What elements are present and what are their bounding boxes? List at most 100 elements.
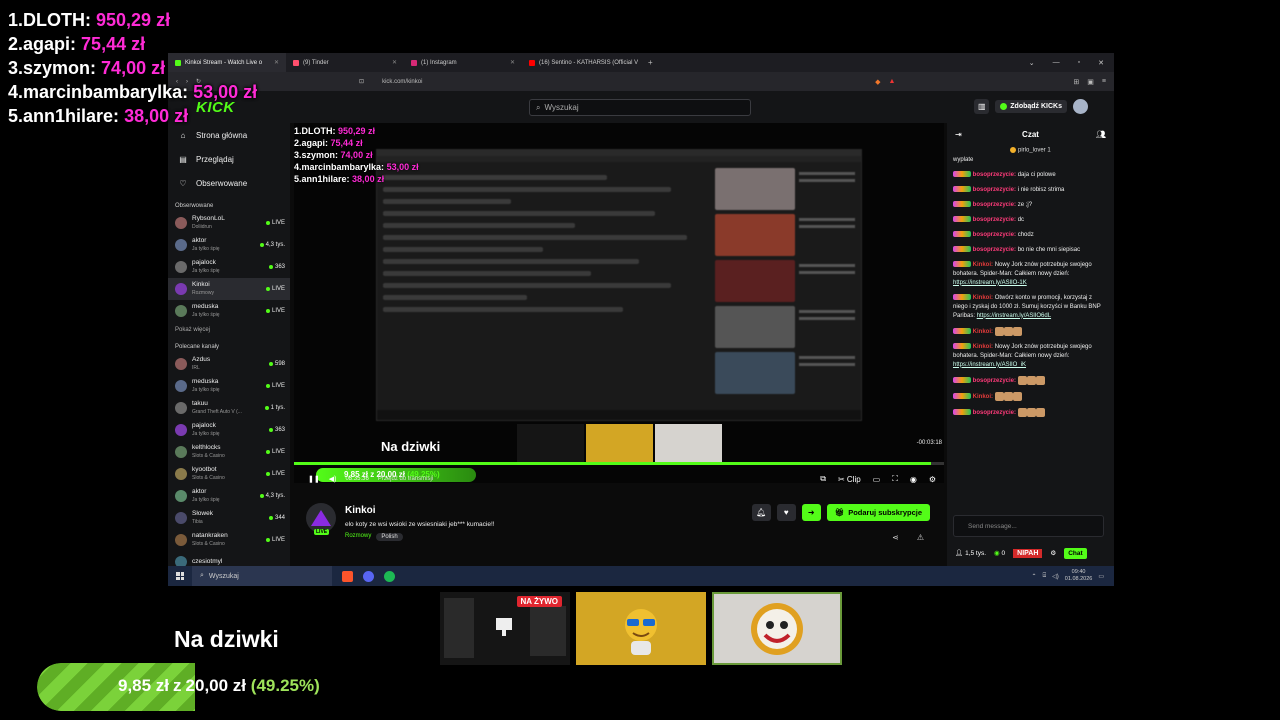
tab-list-icon[interactable]: ⌄ bbox=[1029, 59, 1035, 67]
taskbar-clock[interactable]: 09:40 01.08.2026 bbox=[1065, 569, 1093, 583]
donor-name: ann1hilare: bbox=[23, 106, 120, 126]
stream-video[interactable]: 1.DLOTH: 950,29 zł 2.agapi: 75,44 zł 3.szy… bbox=[294, 123, 944, 483]
user-avatar[interactable] bbox=[1073, 99, 1088, 114]
send-chat-button[interactable]: Chat bbox=[1064, 547, 1087, 559]
gift-subscription-label: Podaruj subskrypcje bbox=[848, 508, 922, 517]
chat-username[interactable]: bosoprzezycie: bbox=[973, 172, 1016, 178]
sidebar-channel[interactable]: pajalock Ja tylko śpię 363 bbox=[168, 419, 290, 441]
maximize-icon[interactable]: ▫ bbox=[1078, 59, 1080, 67]
sidebar-nav-item[interactable]: ♡ Obserwowane bbox=[168, 171, 290, 195]
sidebar-channel[interactable]: kyootbot Slots & Casino LIVE bbox=[168, 463, 290, 485]
search-input[interactable]: ⌕ Wyszukaj bbox=[529, 99, 751, 116]
windows-start-icon[interactable] bbox=[176, 572, 184, 580]
sidebar-channel[interactable]: czesiotmyl bbox=[168, 551, 290, 566]
sidebar-channel[interactable]: kelthlocks Slots & Casino LIVE bbox=[168, 441, 290, 463]
donor-row: 1.DLOTH: 950,29 zł bbox=[294, 125, 419, 137]
chat-users-icon[interactable]: 👥︎ bbox=[1096, 130, 1106, 139]
show-more-link[interactable]: Pokaż więcej bbox=[168, 322, 290, 336]
report-icon[interactable]: ⚠ bbox=[917, 533, 924, 542]
spotify-app-icon[interactable] bbox=[384, 570, 395, 582]
sidebar-channel[interactable]: RybsonLoL Doliidrun LIVE bbox=[168, 212, 290, 234]
discord-app-icon[interactable] bbox=[363, 570, 374, 582]
library-icon[interactable]: ▥ bbox=[974, 99, 990, 114]
chat-message-input[interactable]: Send message... bbox=[953, 515, 1104, 537]
browser-tab[interactable]: (9) Tinder ✕ bbox=[286, 53, 404, 72]
nipah-emote-button[interactable]: NIPAH bbox=[1013, 548, 1043, 558]
chat-settings-icon[interactable]: ⚙ bbox=[1050, 549, 1056, 557]
sidebar-channel[interactable]: meduska Ja tylko śpię LIVE bbox=[168, 375, 290, 397]
sidebar-nav-item[interactable]: ▤ Przeglądaj bbox=[168, 147, 290, 171]
minimize-icon[interactable]: — bbox=[1053, 59, 1060, 67]
browser-tab[interactable]: (16) Sentino - KATHARSIS (Official V✕ bbox=[522, 53, 640, 72]
volume-tray-icon[interactable]: ◁) bbox=[1052, 573, 1059, 580]
language-tag[interactable]: Polish bbox=[376, 533, 403, 541]
sidebar-channel[interactable]: meduska Ja tylko śpię LIVE bbox=[168, 300, 290, 322]
sidebar-channel[interactable]: pajalock Ja tylko śpię 363 bbox=[168, 256, 290, 278]
tab-close-icon[interactable]: ✕ bbox=[274, 59, 279, 66]
menu-icon[interactable]: ≡ bbox=[1102, 78, 1106, 86]
get-kicks-button[interactable]: Zdobądź KICKs bbox=[995, 100, 1067, 113]
fullscreen-icon[interactable]: ⛶ bbox=[892, 474, 898, 484]
brave-app-icon[interactable] bbox=[342, 570, 353, 582]
follow-heart-icon[interactable]: ♥ bbox=[776, 504, 796, 521]
url-text[interactable]: kick.com/kinkoi bbox=[382, 79, 422, 85]
share-icon[interactable]: ⋖ bbox=[892, 533, 899, 542]
quality-icon[interactable]: ◉ bbox=[910, 475, 917, 484]
chat-username[interactable]: bosoprzezycie: bbox=[973, 232, 1016, 238]
chat-username[interactable]: Kinkoi: bbox=[973, 329, 993, 335]
chat-username[interactable]: bosoprzezycie: bbox=[973, 187, 1016, 193]
chat-username[interactable]: bosoprzezycie: bbox=[973, 410, 1016, 416]
new-tab-button[interactable]: + bbox=[640, 58, 661, 67]
sidebar-toggle-icon[interactable]: ▣ bbox=[1087, 78, 1094, 86]
taskbar-search[interactable]: ⌕ Wyszukaj bbox=[192, 566, 332, 586]
chat-username[interactable]: Kinkoi: bbox=[973, 262, 993, 268]
tab-close-icon[interactable]: ✕ bbox=[510, 59, 515, 66]
chat-username[interactable]: bosoprzezycie: bbox=[973, 217, 1016, 223]
channel-status-text: 363 bbox=[274, 264, 285, 270]
bookmark-icon[interactable]: ⊡ bbox=[359, 78, 364, 85]
streamer-name[interactable]: Kinkoi bbox=[345, 505, 376, 516]
clip-button[interactable]: ✂ Clip bbox=[838, 475, 861, 484]
chat-username[interactable]: bosoprzezycie: bbox=[973, 202, 1016, 208]
sidebar-channel[interactable]: natankraken Slots & Casino LIVE bbox=[168, 529, 290, 551]
sidebar-channel[interactable]: aktor Ja tylko śpię 4,3 tys. bbox=[168, 485, 290, 507]
volume-icon[interactable]: ◀) bbox=[329, 475, 337, 483]
chat-username[interactable]: Kinkoi: bbox=[973, 295, 993, 301]
sidebar-channel[interactable]: Azdus IRL 598 bbox=[168, 353, 290, 375]
chat-link[interactable]: https://instream.ly/ASlIO-1K bbox=[953, 280, 1027, 286]
donor-rank: 5. bbox=[8, 106, 24, 126]
go-to-live-button[interactable]: Przejdź do transmisji bbox=[378, 476, 433, 482]
close-window-icon[interactable]: ✕ bbox=[1098, 59, 1104, 67]
tray-chevron-icon[interactable]: ⌃ bbox=[1032, 573, 1037, 580]
sidebar-channel[interactable]: aktor Ja tylko śpię 4,3 tys. bbox=[168, 234, 290, 256]
tab-close-icon[interactable]: ✕ bbox=[392, 59, 397, 66]
extensions-icon[interactable]: ⊞ bbox=[1073, 78, 1079, 86]
notification-icon[interactable]: ▭ bbox=[1098, 573, 1104, 580]
network-icon[interactable]: ⌸ bbox=[1043, 573, 1047, 580]
share-arrow-button[interactable]: ➜ bbox=[801, 504, 821, 521]
settings-icon[interactable]: ⚙ bbox=[929, 475, 936, 484]
theater-icon[interactable]: ▭ bbox=[873, 475, 881, 484]
donor-amount: 75,44 zł bbox=[330, 138, 363, 148]
chat-username[interactable]: Kinkoi: bbox=[973, 344, 993, 350]
chat-username[interactable]: Kinkoi: bbox=[973, 394, 993, 400]
warning-icon[interactable]: ▲ bbox=[888, 78, 895, 86]
browser-tab[interactable]: (1) Instagram ✕ bbox=[404, 53, 522, 72]
gift-subscription-button[interactable]: 🎁︎ Podaruj subskrypcje bbox=[826, 504, 930, 521]
pause-icon[interactable]: ❚❚ bbox=[308, 475, 320, 483]
chat-link[interactable]: https://instream.ly/ASlIO_iK bbox=[953, 362, 1026, 368]
chat-username[interactable]: bosoprzezycie: bbox=[973, 378, 1016, 384]
category-tag[interactable]: Rozmowy bbox=[345, 533, 371, 541]
kicks-balance[interactable]: ◉ 0 bbox=[994, 549, 1005, 557]
sidebar-channel[interactable]: Słowek Tibia 344 bbox=[168, 507, 290, 529]
kick-header: KICK ⌕ Wyszukaj ▥ Zdobądź KICKs bbox=[168, 91, 1114, 123]
seek-bar[interactable] bbox=[294, 462, 944, 465]
sidebar-channel[interactable]: takuu Grand Theft Auto V (... 1 tys. bbox=[168, 397, 290, 419]
sidebar-channel[interactable]: Kinkoi Rozmowy LIVE bbox=[168, 278, 290, 300]
shield-icon[interactable]: ◆ bbox=[875, 78, 880, 86]
pip-icon[interactable]: ⧉ bbox=[820, 474, 826, 484]
notification-bell-icon[interactable]: 🔔︎ bbox=[751, 504, 771, 521]
chat-username[interactable]: bosoprzezycie: bbox=[973, 247, 1016, 253]
chat-link[interactable]: https://instream.ly/ASlIO6dL bbox=[977, 313, 1051, 319]
collapse-chat-icon[interactable]: ⇥ bbox=[955, 130, 962, 139]
